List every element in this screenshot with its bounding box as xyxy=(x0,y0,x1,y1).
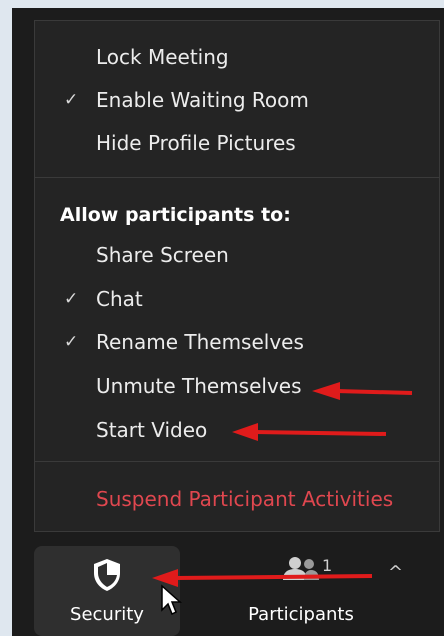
mouse-cursor-icon xyxy=(161,584,182,616)
annotation-layer xyxy=(152,382,413,587)
red-arrow-annotation xyxy=(232,423,387,441)
red-arrow-annotation xyxy=(152,569,373,587)
red-arrow-annotation xyxy=(312,382,413,400)
